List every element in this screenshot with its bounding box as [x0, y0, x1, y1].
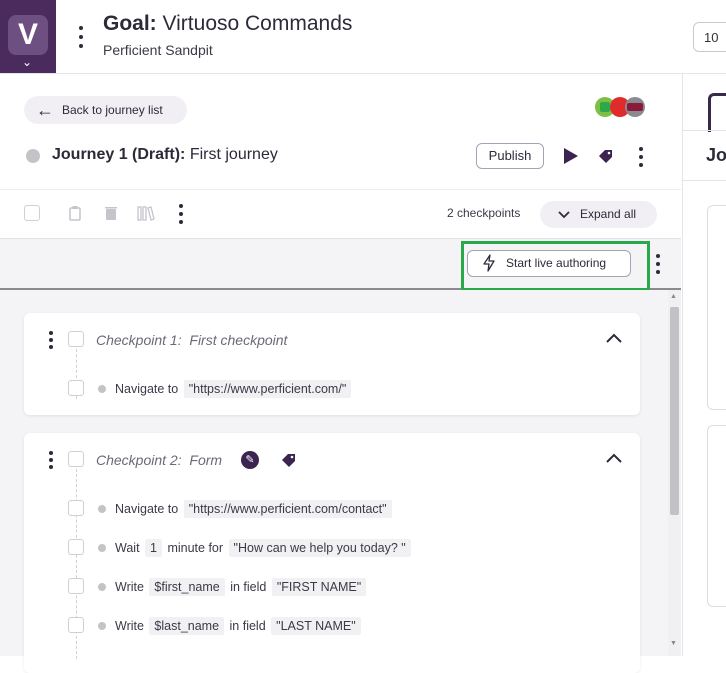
step-checkbox[interactable] — [68, 380, 84, 396]
step-variable: $last_name — [149, 617, 225, 635]
step-value: "FIRST NAME" — [271, 578, 367, 596]
toolbar-more-icon[interactable] — [174, 204, 188, 226]
project-name: Perficient Sandpit — [103, 42, 213, 58]
step-verb: Wait — [115, 541, 140, 555]
goal-title: Goal: Virtuoso Commands — [103, 12, 352, 36]
right-panel-tab[interactable] — [708, 93, 726, 132]
step-value: "How can we help you today? " — [228, 539, 411, 557]
step-verb: Navigate to — [115, 502, 179, 516]
scroll-down-icon[interactable]: ▼ — [670, 640, 677, 647]
arrow-left-icon: ← — [36, 100, 54, 120]
test-step[interactable]: Navigate to "https://www.perficient.com/… — [115, 500, 394, 518]
checkpoint-name: Form — [189, 452, 223, 468]
play-icon[interactable] — [564, 148, 578, 164]
checkpoint-label: Checkpoint 1: — [96, 332, 182, 348]
checkpoint-card — [24, 313, 640, 415]
right-panel-card — [707, 205, 726, 410]
step-verb: Write — [115, 580, 144, 594]
journey-more-icon[interactable] — [634, 147, 648, 169]
back-label: Back to journey list — [62, 103, 163, 117]
goal-name: Virtuoso Commands — [162, 12, 353, 35]
step-status-icon — [98, 583, 106, 591]
test-step[interactable]: Write $first_name in field "FIRST NAME" — [115, 578, 368, 596]
checkpoints-count: 2 checkpoints — [447, 206, 521, 220]
step-unit: minute for — [167, 541, 224, 555]
chevron-down-icon — [558, 201, 570, 231]
collapse-icon[interactable] — [606, 331, 622, 349]
header-more-icon[interactable] — [74, 24, 88, 50]
delete-icon[interactable] — [102, 205, 120, 223]
divider — [683, 130, 726, 131]
step-value: "https://www.perficient.com/" — [183, 380, 352, 398]
expand-all-button[interactable]: Expand all — [540, 201, 657, 228]
checkpoint-more-icon[interactable] — [44, 331, 58, 351]
app-logo-menu[interactable]: V ⌄ — [0, 0, 56, 73]
back-to-journey-list-button[interactable]: ← Back to journey list — [24, 96, 187, 124]
edit-icon[interactable]: ✎ — [241, 451, 259, 469]
checkpoint-checkbox[interactable] — [68, 331, 84, 347]
checkpoint-label: Checkpoint 2: — [96, 452, 182, 468]
right-panel-title: Jo — [706, 145, 726, 165]
live-authoring-more-icon[interactable] — [651, 254, 665, 276]
step-verb: Write — [115, 619, 144, 633]
step-checkbox[interactable] — [68, 578, 84, 594]
journey-title: Journey 1 (Draft): First journey — [52, 146, 278, 164]
step-number: 1 — [145, 539, 162, 557]
avatar-inner — [600, 102, 610, 112]
step-connector-text: in field — [229, 619, 266, 633]
step-value: "LAST NAME" — [271, 617, 361, 635]
highlight-box — [461, 241, 650, 291]
step-checkbox[interactable] — [68, 500, 84, 516]
library-icon[interactable] — [137, 205, 155, 223]
header-right-control[interactable]: 10 — [693, 22, 726, 52]
step-status-icon — [98, 385, 106, 393]
checkpoint-checkbox[interactable] — [68, 451, 84, 467]
checkpoint-more-icon[interactable] — [44, 451, 58, 471]
step-verb: Navigate to — [115, 382, 179, 396]
select-all-checkbox[interactable] — [24, 205, 40, 221]
test-step[interactable]: Navigate to "https://www.perficient.com/… — [115, 380, 353, 398]
tag-icon[interactable] — [281, 452, 297, 468]
checkpoint-name: First checkpoint — [189, 332, 288, 348]
test-step[interactable]: Write $last_name in field "LAST NAME" — [115, 617, 363, 635]
journey-status-icon — [26, 149, 40, 163]
collapse-icon[interactable] — [606, 451, 622, 469]
step-checkbox[interactable] — [68, 539, 84, 555]
chevron-down-icon: ⌄ — [22, 55, 33, 69]
step-status-icon — [98, 622, 106, 630]
step-variable: $first_name — [149, 578, 225, 596]
step-status-icon — [98, 505, 106, 513]
divider — [0, 189, 681, 190]
avatar[interactable] — [625, 97, 645, 117]
journey-title-label: Journey 1 (Draft): — [52, 146, 186, 163]
checkpoint-title[interactable]: Checkpoint 2: Form — [96, 452, 222, 468]
step-value: "https://www.perficient.com/contact" — [183, 500, 392, 518]
test-step[interactable]: Wait 1 minute for "How can we help you t… — [115, 539, 413, 557]
step-status-icon — [98, 544, 106, 552]
divider — [683, 180, 726, 181]
tag-icon[interactable] — [598, 148, 614, 164]
scroll-up-icon[interactable]: ▲ — [670, 293, 677, 300]
virtuoso-logo: V — [8, 15, 48, 55]
right-panel-card — [707, 425, 726, 607]
goal-label: Goal: — [103, 12, 157, 35]
step-connector-text: in field — [230, 580, 267, 594]
journey-title-name: First journey — [189, 146, 278, 163]
scrollbar-thumb[interactable] — [670, 307, 679, 515]
step-checkbox[interactable] — [68, 617, 84, 633]
checkpoint-title[interactable]: Checkpoint 1: First checkpoint — [96, 332, 287, 348]
paste-icon[interactable] — [66, 205, 84, 223]
publish-button[interactable]: Publish — [476, 143, 544, 169]
expand-all-label: Expand all — [580, 207, 637, 221]
